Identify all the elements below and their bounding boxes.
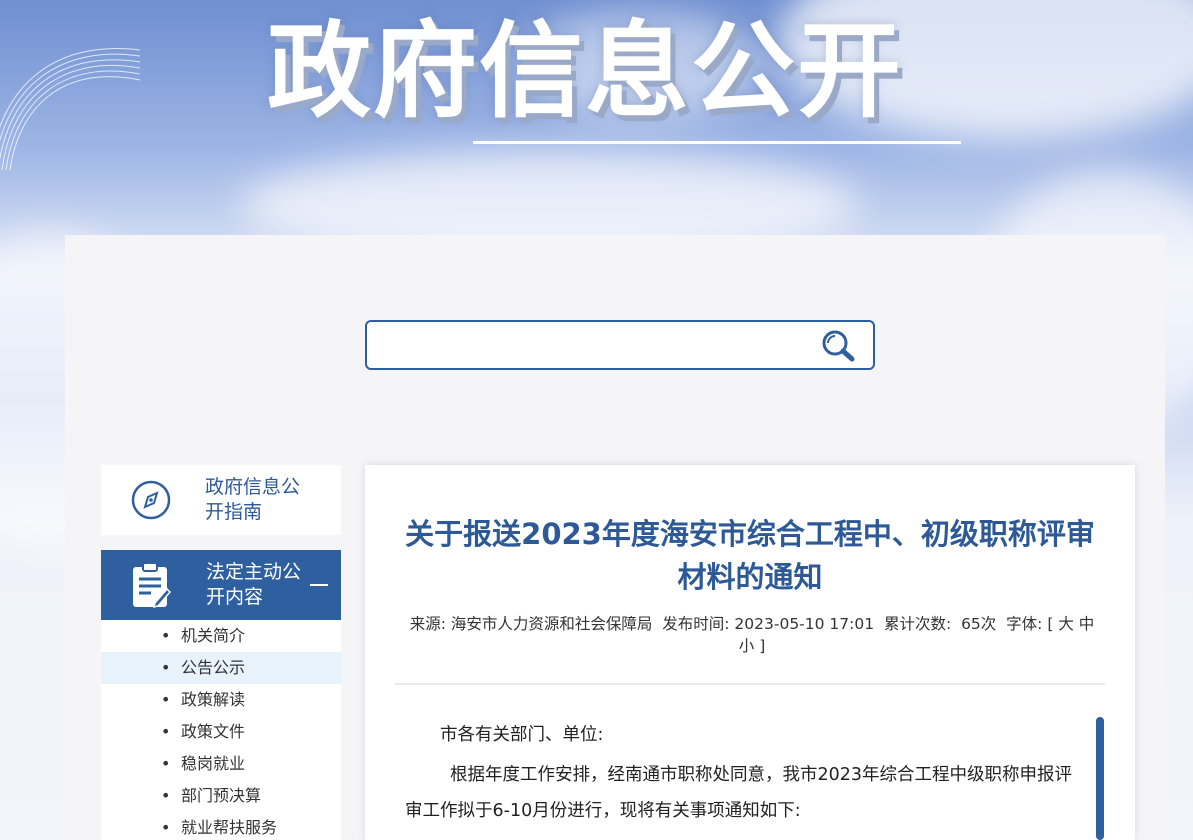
banner-title: 政府信息公开	[267, 10, 904, 132]
article-divider	[395, 683, 1105, 685]
sidebar-sub-item[interactable]: 就业帮扶服务	[101, 812, 341, 840]
sidebar-item-statutory[interactable]: 法定主动公开内容	[101, 550, 341, 620]
article-body: 市各有关部门、单位: 根据年度工作安排，经南通市职称处同意，我市2023年综合工…	[405, 717, 1085, 829]
collapse-icon[interactable]	[310, 584, 328, 586]
sidebar-guide-label: 政府信息公开指南	[205, 476, 301, 523]
bracket-close: ]	[759, 637, 766, 655]
sidebar-sub-item[interactable]: 政策文件	[101, 716, 341, 748]
source-label: 来源:	[409, 615, 446, 633]
compass-icon	[131, 480, 171, 520]
sidebar-sub-item[interactable]: 部门预决算	[101, 780, 341, 812]
sidebar-sub-list: 机关简介 公告公示 政策解读 政策文件 稳岗就业 部门预决算 就业帮扶服务	[101, 620, 341, 840]
sidebar-section-label: 法定主动公开内容	[206, 561, 302, 608]
sidebar-sub-item[interactable]: 政策解读	[101, 684, 341, 716]
sidebar-sub-item[interactable]: 稳岗就业	[101, 748, 341, 780]
font-large-button[interactable]: 大	[1058, 615, 1074, 633]
time-value: 2023-05-10 17:01	[734, 615, 875, 633]
sidebar-sub-item[interactable]: 机关简介	[101, 620, 341, 652]
search-input[interactable]	[367, 322, 807, 368]
banner-underline	[473, 141, 961, 144]
article-salutation: 市各有关部门、单位:	[440, 725, 604, 745]
search-box	[365, 320, 875, 370]
decorative-swirl	[0, 48, 141, 171]
sidebar-sub-item-active[interactable]: 公告公示	[101, 652, 341, 684]
article-title: 关于报送2023年度海安市综合工程中、初级职称评审材料的通知	[405, 517, 1095, 594]
font-small-button[interactable]: 小	[739, 637, 755, 655]
time-label: 发布时间:	[662, 615, 730, 633]
article-paragraph: 根据年度工作安排，经南通市职称处同意，我市2023年综合工程中级职称申报评审工作…	[405, 765, 1073, 821]
source-value: 海安市人力资源和社会保障局	[450, 615, 653, 633]
article-meta: 来源: 海安市人力资源和社会保障局 发布时间: 2023-05-10 17:01…	[405, 613, 1099, 657]
font-medium-button[interactable]: 中	[1079, 615, 1095, 633]
bracket-open: [	[1047, 615, 1054, 633]
article-scrollbar[interactable]	[1096, 717, 1104, 840]
clipboard-edit-icon	[133, 562, 172, 609]
search-icon[interactable]	[819, 328, 859, 364]
sidebar-item-guide[interactable]: 政府信息公开指南	[101, 465, 341, 535]
views-label: 累计次数:	[883, 615, 952, 633]
font-size-label: 字体:	[1006, 615, 1043, 633]
article-card: 关于报送2023年度海安市综合工程中、初级职称评审材料的通知 来源: 海安市人力…	[365, 465, 1135, 840]
views-value: 65次	[961, 615, 997, 633]
